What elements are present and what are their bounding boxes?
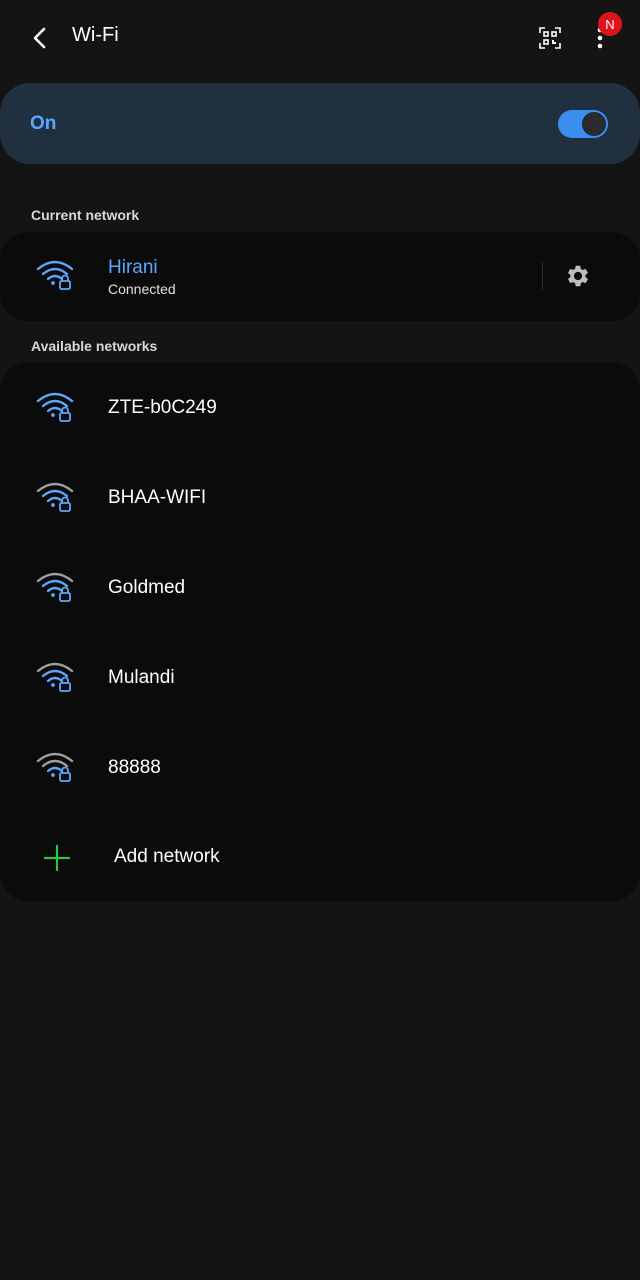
wifi-lock-icon (36, 392, 74, 422)
qr-code-icon (539, 27, 561, 49)
gear-icon (567, 265, 589, 287)
wifi-lock-icon (36, 482, 74, 512)
back-button[interactable] (22, 20, 58, 56)
qr-scan-button[interactable] (534, 22, 566, 54)
toggle-knob (582, 112, 606, 136)
wifi-lock-icon (36, 260, 74, 290)
plus-icon (44, 845, 70, 871)
notification-badge: N (598, 12, 622, 36)
available-network-row[interactable]: ZTE-b0C249 (0, 362, 640, 452)
available-networks-header: Available networks (31, 338, 158, 354)
current-network-row[interactable]: Hirani Connected (0, 232, 640, 322)
wifi-master-switch-card[interactable]: On (0, 83, 640, 164)
add-network-label: Add network (114, 846, 220, 867)
wifi-lock-icon (36, 752, 74, 782)
network-name: 88888 (108, 757, 161, 778)
network-name: ZTE-b0C249 (108, 397, 217, 418)
current-network-status: Connected (108, 281, 176, 297)
network-settings-button[interactable] (561, 259, 595, 293)
available-network-row[interactable]: BHAA-WIFI (0, 452, 640, 542)
wifi-lock-icon (36, 572, 74, 602)
available-network-row[interactable]: Goldmed (0, 542, 640, 632)
add-network-button[interactable]: Add network (0, 812, 640, 902)
available-network-row[interactable]: 88888 (0, 722, 640, 812)
back-arrow-icon (33, 27, 46, 49)
wifi-state-label: On (30, 113, 57, 134)
page-title: Wi-Fi (72, 24, 119, 46)
wifi-lock-icon (36, 662, 74, 692)
network-name: Mulandi (108, 667, 175, 688)
wifi-toggle-switch[interactable] (558, 110, 608, 138)
current-network-header: Current network (31, 207, 140, 223)
available-network-row[interactable]: Mulandi (0, 632, 640, 722)
app-header: Wi-Fi N (0, 0, 640, 76)
current-network-name: Hirani (108, 257, 158, 278)
network-name: Goldmed (108, 577, 186, 598)
row-divider (542, 262, 543, 290)
network-name: BHAA-WIFI (108, 487, 207, 508)
